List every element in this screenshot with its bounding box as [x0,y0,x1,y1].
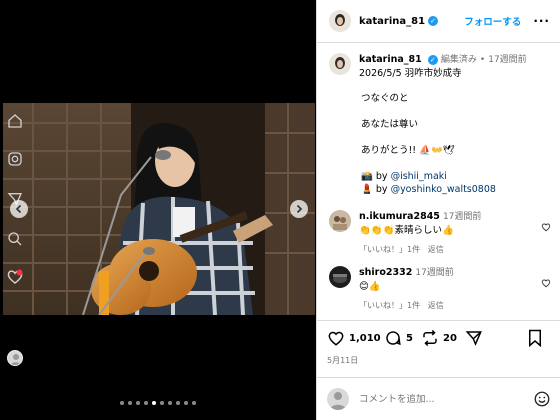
comment-username[interactable]: n.ikumura2845 [359,211,440,222]
comment-time: 17週間前 [415,268,454,278]
repost-icon [423,329,437,347]
like-action[interactable]: 1,010 [327,329,381,347]
caption-line: つなぐのと [361,93,409,104]
share-icon [465,331,482,346]
comment-item: n.ikumura2845 17週間前 👏👏👏素晴らしい👍 「いいね！」1件 返… [329,210,551,256]
author-username[interactable]: katarina_81 [359,16,425,27]
follow-button[interactable]: フォローする [464,14,521,28]
search-icon[interactable] [6,230,24,248]
reply-button[interactable]: 返信 [428,245,444,254]
edited-label: 編集済み [440,55,477,65]
comment-icon [386,331,401,346]
carousel-dot [192,401,196,405]
post-photo[interactable] [3,103,315,315]
post-date: 5月11日 [327,356,359,365]
credit-line: 📸 by @ishii_maki [361,170,551,183]
home-icon[interactable] [6,112,24,130]
bookmark-icon [529,329,541,347]
messages-icon[interactable] [6,150,24,168]
credit-by: by [375,171,388,182]
chevron-left-icon [15,204,22,214]
comment-username[interactable]: shiro2332 [359,267,412,278]
carousel-dot [176,401,180,405]
caption-username[interactable]: katarina_81 [359,54,422,65]
comment-likes[interactable]: 「いいね！」1件 [359,301,420,310]
carousel-dot [136,401,140,405]
comment-item: shiro2332 17週間前 😊👍 「いいね！」1件 返信 [329,266,551,312]
carousel-dot [184,401,188,405]
comment-action[interactable]: 5 [384,329,413,347]
verified-badge-icon: ✓ [427,54,438,65]
heart-icon [328,331,344,346]
carousel-dot [160,401,164,405]
credit-link[interactable]: @yoshinko_walts0808 [391,184,496,195]
caption-line-location: 2026/5/5 羽咋市妙成寺 [359,68,462,79]
separator: • [479,55,486,65]
commenter-avatar[interactable] [329,210,351,232]
previous-slide-button[interactable] [10,200,28,218]
comment-like-icon[interactable] [541,222,551,232]
caption-line: あなたは尊い [361,119,419,130]
like-count: 1,010 [349,332,381,344]
chevron-right-icon [296,204,303,214]
author-avatar[interactable] [329,10,351,32]
caption-line: ありがとう!! ⛵👐🕊 [361,145,455,156]
comment-time: 17週間前 [442,212,482,222]
comment-like-icon[interactable] [541,278,551,288]
post-caption: katarina_81 ✓ 編集済み • 17週間前 2026/5/5 羽咋市妙… [317,43,560,208]
carousel-dot [144,401,148,405]
lipstick-emoji: 💄 [361,184,373,195]
next-slide-button[interactable] [290,200,308,218]
credit-by: by [375,184,388,195]
carousel-dot [120,401,124,405]
comment-count: 5 [406,332,413,344]
post-side-panel: katarina_81 ✓ フォローする ··· katarina_81 ✓ 編… [316,0,560,420]
caption-avatar[interactable] [329,53,351,75]
post-header: katarina_81 ✓ フォローする ··· [317,0,560,43]
carousel-dot [168,401,172,405]
more-options-icon[interactable]: ··· [533,14,550,28]
credit-link[interactable]: @ishii_maki [391,171,447,182]
comment-input[interactable] [359,393,529,405]
emoji-icon[interactable] [533,390,551,408]
post-time: 17週間前 [488,55,527,65]
post-media [0,0,316,420]
commenter-avatar[interactable] [329,266,351,288]
reply-button[interactable]: 返信 [428,301,444,310]
post-dialog: katarina_81 ✓ フォローする ··· katarina_81 ✓ 編… [0,0,560,420]
carousel-dot [152,401,156,405]
credit-line: 💄 by @yoshinko_walts0808 [361,183,551,196]
carousel-indicator [0,401,316,409]
camera-emoji: 📸 [361,171,373,182]
verified-badge-icon: ✓ [428,16,439,26]
save-action[interactable] [527,329,547,347]
notifications-icon[interactable] [6,268,24,286]
share-action[interactable] [465,329,487,347]
comment-composer [317,377,560,420]
current-user-avatar[interactable] [327,388,349,410]
comment-text: 😊👍 [359,281,381,292]
repost-count: 20 [443,332,457,344]
comment-text: 👏👏👏素晴らしい👍 [359,225,454,236]
comment-likes[interactable]: 「いいね！」1件 [359,245,420,254]
profile-avatar[interactable] [7,350,23,366]
carousel-dot [128,401,132,405]
repost-action[interactable]: 20 [421,329,457,347]
